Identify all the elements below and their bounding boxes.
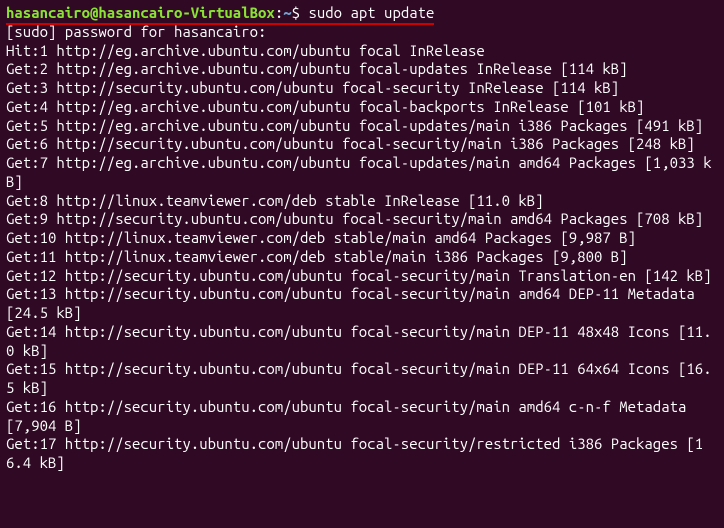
output-line: Get:2 http://eg.archive.ubuntu.com/ubunt… — [6, 60, 718, 79]
output-line: Get:12 http://security.ubuntu.com/ubuntu… — [6, 267, 718, 286]
output-line: Get:9 http://security.ubuntu.com/ubuntu … — [6, 210, 718, 229]
output-line: Get:6 http://security.ubuntu.com/ubuntu … — [6, 135, 718, 154]
output-line: Get:13 http://security.ubuntu.com/ubuntu… — [6, 285, 718, 323]
output-line: Hit:1 http://eg.archive.ubuntu.com/ubunt… — [6, 42, 718, 61]
output-line: Get:15 http://security.ubuntu.com/ubuntu… — [6, 360, 718, 398]
command-text: sudo apt update — [308, 4, 434, 21]
prompt-line: hasancairo@hasancairo-VirtualBox:~$ sudo… — [6, 4, 718, 23]
output-line: Get:4 http://eg.archive.ubuntu.com/ubunt… — [6, 98, 718, 117]
output-line: Get:3 http://security.ubuntu.com/ubuntu … — [6, 79, 718, 98]
output-line: Get:8 http://linux.teamviewer.com/deb st… — [6, 192, 718, 211]
prompt-path: ~ — [283, 4, 291, 21]
prompt-dollar: $ — [292, 4, 309, 21]
terminal-output[interactable]: hasancairo@hasancairo-VirtualBox:~$ sudo… — [6, 4, 718, 473]
output-line: [sudo] password for hasancairo: — [6, 23, 718, 42]
output-line: Get:7 http://eg.archive.ubuntu.com/ubunt… — [6, 154, 718, 192]
output-line: Get:11 http://linux.teamviewer.com/deb s… — [6, 248, 718, 267]
prompt-user-host: hasancairo@hasancairo-VirtualBox — [6, 4, 275, 21]
output-line: Get:17 http://security.ubuntu.com/ubuntu… — [6, 435, 718, 473]
output-line: Get:16 http://security.ubuntu.com/ubuntu… — [6, 398, 718, 436]
output-line: Get:5 http://eg.archive.ubuntu.com/ubunt… — [6, 117, 718, 136]
output-line: Get:14 http://security.ubuntu.com/ubuntu… — [6, 323, 718, 361]
prompt-colon: : — [275, 4, 283, 21]
output-line: Get:10 http://linux.teamviewer.com/deb s… — [6, 229, 718, 248]
